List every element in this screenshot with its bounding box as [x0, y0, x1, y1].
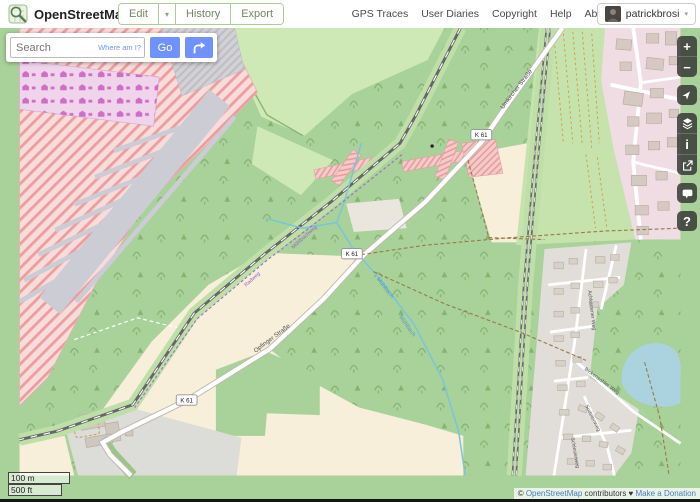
map-canvas[interactable]: Umkircher StraßeOpfinger StraßeMühlbachM…	[0, 28, 700, 502]
layers-icon	[681, 117, 694, 130]
scale-imperial: 500 ft	[8, 484, 62, 496]
edit-button[interactable]: Edit	[119, 4, 159, 24]
road-shield: K 61	[176, 395, 197, 405]
brand-title: OpenStreetMap	[34, 7, 130, 22]
nav-gps-traces[interactable]: GPS Traces	[352, 8, 409, 20]
poi-marker	[430, 144, 433, 147]
export-button[interactable]: Export	[231, 4, 283, 24]
directions-button[interactable]	[185, 37, 213, 58]
nav-help[interactable]: Help	[550, 8, 572, 20]
attribution-contributors: contributors	[582, 489, 628, 498]
attribution: © OpenStreetMap contributors ♥ Make a Do…	[514, 488, 700, 499]
svg-text:K 61: K 61	[346, 251, 359, 258]
zoom-out-button[interactable]: −	[677, 56, 697, 77]
avatar	[605, 6, 621, 22]
add-note-button[interactable]	[677, 183, 697, 203]
donate-link[interactable]: Make a Donation	[633, 489, 696, 498]
nav-copyright[interactable]: Copyright	[492, 8, 537, 20]
map-render: Umkircher StraßeOpfinger StraßeMühlbachM…	[0, 28, 700, 502]
osm-logo-icon	[8, 4, 28, 24]
road-shield: K 61	[342, 248, 363, 258]
share-button[interactable]	[677, 154, 697, 175]
geolocate-button[interactable]	[677, 85, 697, 105]
where-am-i-link[interactable]: Where am I?	[98, 43, 141, 52]
secondary-nav: GPS Traces User Diaries Copyright Help A…	[352, 0, 612, 28]
osm-logo-brand[interactable]: OpenStreetMap	[8, 4, 130, 24]
user-menu[interactable]: patrickbrosi ▾	[597, 3, 696, 25]
scale-bar: 100 m 500 ft	[8, 472, 70, 496]
search-panel: Where am I? Go	[6, 33, 217, 62]
history-button[interactable]: History	[176, 4, 231, 24]
road-shield: K 61	[471, 130, 492, 140]
attribution-prefix: ©	[518, 489, 526, 498]
primary-nav-buttons: Edit ▾ History Export	[118, 3, 284, 25]
directions-arrow-icon	[191, 40, 207, 56]
nav-user-diaries[interactable]: User Diaries	[421, 8, 479, 20]
layers-button[interactable]	[677, 113, 697, 133]
edit-dropdown-caret[interactable]: ▾	[159, 4, 176, 24]
go-button[interactable]: Go	[150, 37, 180, 58]
query-features-button[interactable]: ?	[677, 211, 697, 231]
svg-text:K 61: K 61	[180, 397, 193, 404]
user-dropdown-caret: ▾	[684, 10, 688, 18]
locate-arrow-icon	[681, 89, 693, 101]
app-header: OpenStreetMap Edit ▾ History Export GPS …	[0, 0, 700, 28]
scale-metric: 100 m	[8, 472, 70, 484]
osm-link[interactable]: OpenStreetMap	[526, 489, 582, 498]
share-icon	[681, 159, 694, 172]
zoom-in-button[interactable]: +	[677, 36, 697, 56]
map-key-button[interactable]: i	[677, 133, 697, 154]
svg-text:K 61: K 61	[475, 132, 488, 139]
map-controls: + − i	[677, 36, 697, 239]
note-bubble-icon	[681, 187, 694, 200]
username: patrickbrosi	[626, 8, 680, 20]
